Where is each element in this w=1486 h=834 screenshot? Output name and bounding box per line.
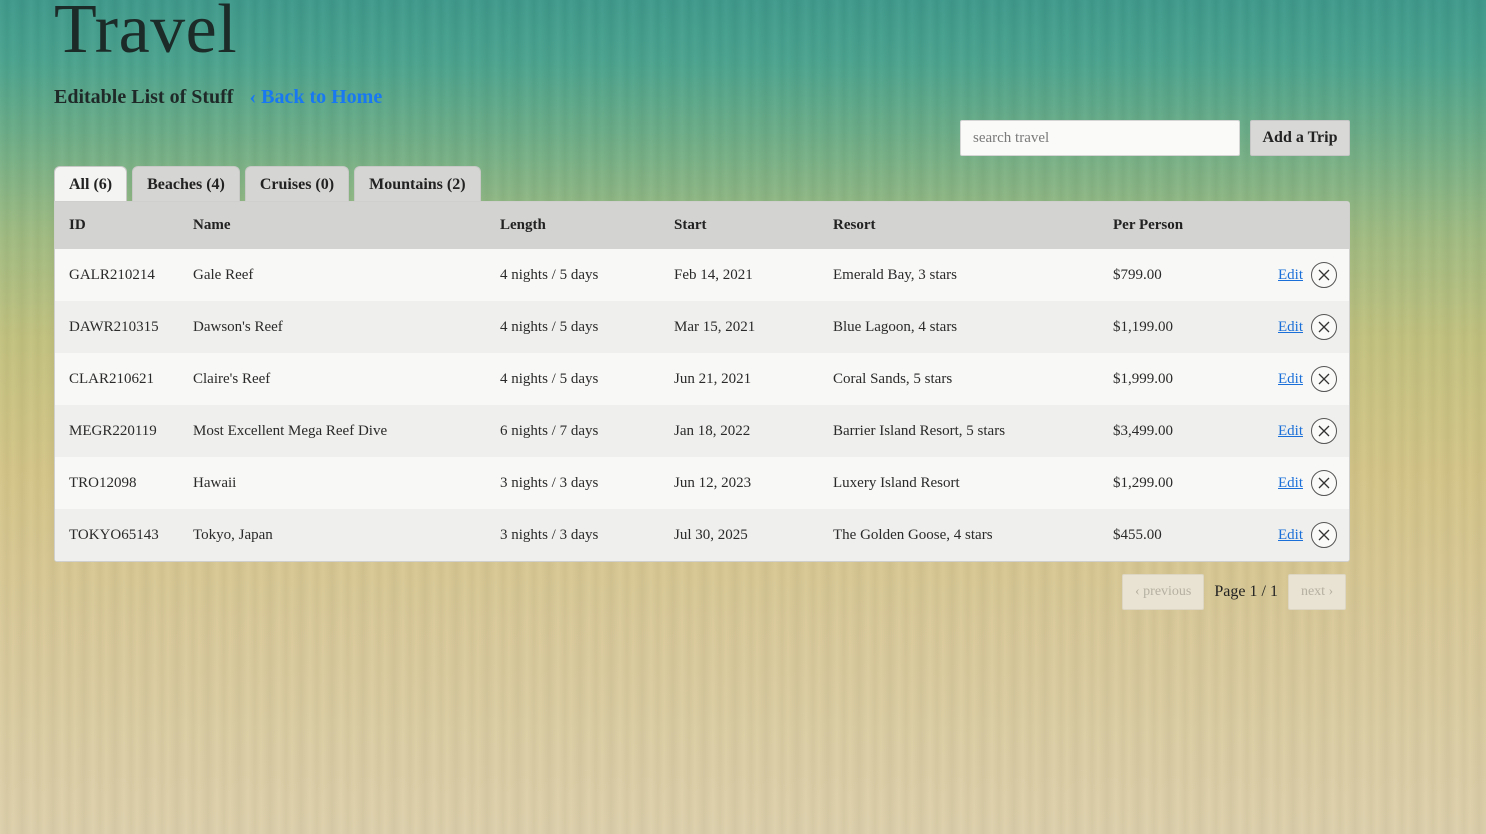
cell-actions: Edit bbox=[1219, 249, 1349, 301]
cell-price: $1,199.00 bbox=[1113, 318, 1173, 335]
delete-button[interactable] bbox=[1311, 314, 1337, 340]
cell-actions: Edit bbox=[1219, 457, 1349, 509]
close-icon bbox=[1318, 529, 1330, 541]
close-icon bbox=[1318, 373, 1330, 385]
cell-resort: Emerald Bay, 3 stars bbox=[833, 266, 957, 283]
close-icon bbox=[1318, 269, 1330, 281]
cell-name: Dawson's Reef bbox=[193, 318, 283, 335]
cell-id: GALR210214 bbox=[69, 266, 155, 283]
delete-button[interactable] bbox=[1311, 262, 1337, 288]
table-row: TOKYO65143 Tokyo, Japan 3 nights / 3 day… bbox=[55, 509, 1349, 561]
tab-all[interactable]: All (6) bbox=[54, 166, 128, 202]
column-header-name[interactable]: Name bbox=[179, 202, 486, 249]
cell-name: Claire's Reef bbox=[193, 370, 271, 387]
table-row: TRO12098 Hawaii 3 nights / 3 days Jun 12… bbox=[55, 457, 1349, 509]
cell-resort: The Golden Goose, 4 stars bbox=[833, 526, 993, 543]
cell-start: Mar 15, 2021 bbox=[674, 318, 756, 335]
tab-mountains[interactable]: Mountains (2) bbox=[354, 166, 481, 202]
close-icon bbox=[1318, 321, 1330, 333]
table-header-row: ID Name Length Start Resort Per Person bbox=[55, 202, 1349, 249]
cell-start: Jun 12, 2023 bbox=[674, 474, 752, 491]
column-header-actions bbox=[1219, 202, 1349, 249]
cell-resort: Coral Sands, 5 stars bbox=[833, 370, 953, 387]
cell-id: TRO12098 bbox=[69, 474, 137, 491]
cell-start: Jun 21, 2021 bbox=[674, 370, 752, 387]
column-header-per-person[interactable]: Per Person bbox=[1099, 202, 1219, 249]
column-header-id[interactable]: ID bbox=[55, 202, 179, 249]
edit-link[interactable]: Edit bbox=[1278, 371, 1303, 387]
cell-price: $1,299.00 bbox=[1113, 474, 1173, 491]
cell-price: $3,499.00 bbox=[1113, 422, 1173, 439]
column-header-resort[interactable]: Resort bbox=[819, 202, 1099, 249]
tab-cruises[interactable]: Cruises (0) bbox=[244, 166, 350, 202]
cell-length: 4 nights / 5 days bbox=[500, 318, 599, 335]
trips-table: ID Name Length Start Resort Per Person G… bbox=[55, 202, 1349, 561]
cell-start: Jul 30, 2025 bbox=[674, 526, 748, 543]
cell-id: CLAR210621 bbox=[69, 370, 155, 387]
pagination: ‹ previous Page 1 / 1 next › bbox=[1122, 574, 1347, 610]
search-input[interactable] bbox=[960, 120, 1240, 156]
table-row: GALR210214 Gale Reef 4 nights / 5 days F… bbox=[55, 249, 1349, 301]
cell-actions: Edit bbox=[1219, 353, 1349, 405]
delete-button[interactable] bbox=[1311, 418, 1337, 444]
close-icon bbox=[1318, 477, 1330, 489]
cell-name: Tokyo, Japan bbox=[193, 526, 273, 543]
cell-length: 6 nights / 7 days bbox=[500, 422, 599, 439]
cell-actions: Edit bbox=[1219, 301, 1349, 353]
table-row: MEGR220119 Most Excellent Mega Reef Dive… bbox=[55, 405, 1349, 457]
page-title: Travel bbox=[54, 0, 238, 68]
table-row: CLAR210621 Claire's Reef 4 nights / 5 da… bbox=[55, 353, 1349, 405]
cell-name: Most Excellent Mega Reef Dive bbox=[193, 422, 388, 439]
cell-id: DAWR210315 bbox=[69, 318, 159, 335]
add-trip-button[interactable]: Add a Trip bbox=[1250, 120, 1350, 156]
edit-link[interactable]: Edit bbox=[1278, 423, 1303, 439]
cell-id: MEGR220119 bbox=[69, 422, 157, 439]
edit-link[interactable]: Edit bbox=[1278, 527, 1303, 543]
category-tabs: All (6) Beaches (4) Cruises (0) Mountain… bbox=[54, 166, 481, 202]
cell-price: $1,999.00 bbox=[1113, 370, 1173, 387]
next-page-button[interactable]: next › bbox=[1287, 574, 1347, 610]
cell-resort: Blue Lagoon, 4 stars bbox=[833, 318, 958, 335]
cell-actions: Edit bbox=[1219, 405, 1349, 457]
back-to-home-link[interactable]: ‹ Back to Home bbox=[249, 86, 382, 109]
cell-length: 3 nights / 3 days bbox=[500, 474, 599, 491]
previous-page-button[interactable]: ‹ previous bbox=[1122, 574, 1205, 610]
cell-name: Hawaii bbox=[193, 474, 237, 491]
cell-price: $455.00 bbox=[1113, 526, 1162, 543]
cell-start: Jan 18, 2022 bbox=[674, 422, 751, 439]
cell-length: 4 nights / 5 days bbox=[500, 370, 599, 387]
cell-length: 3 nights / 3 days bbox=[500, 526, 599, 543]
cell-name: Gale Reef bbox=[193, 266, 254, 283]
cell-price: $799.00 bbox=[1113, 266, 1162, 283]
column-header-length[interactable]: Length bbox=[486, 202, 660, 249]
page-subtitle: Editable List of Stuff bbox=[54, 85, 234, 108]
cell-length: 4 nights / 5 days bbox=[500, 266, 599, 283]
delete-button[interactable] bbox=[1311, 522, 1337, 548]
subtitle-row: Editable List of Stuff ‹ Back to Home bbox=[54, 84, 382, 110]
cell-resort: Barrier Island Resort, 5 stars bbox=[833, 422, 1006, 439]
tab-beaches[interactable]: Beaches (4) bbox=[132, 166, 240, 202]
cell-actions: Edit bbox=[1219, 509, 1349, 561]
table-row: DAWR210315 Dawson's Reef 4 nights / 5 da… bbox=[55, 301, 1349, 353]
cell-start: Feb 14, 2021 bbox=[674, 266, 753, 283]
cell-resort: Luxery Island Resort bbox=[833, 474, 960, 491]
page-indicator: Page 1 / 1 bbox=[1214, 583, 1278, 600]
edit-link[interactable]: Edit bbox=[1278, 267, 1303, 283]
delete-button[interactable] bbox=[1311, 366, 1337, 392]
delete-button[interactable] bbox=[1311, 470, 1337, 496]
column-header-start[interactable]: Start bbox=[660, 202, 819, 249]
close-icon bbox=[1318, 425, 1330, 437]
cell-id: TOKYO65143 bbox=[69, 526, 159, 543]
trips-table-container: ID Name Length Start Resort Per Person G… bbox=[54, 201, 1350, 562]
edit-link[interactable]: Edit bbox=[1278, 319, 1303, 335]
edit-link[interactable]: Edit bbox=[1278, 475, 1303, 491]
